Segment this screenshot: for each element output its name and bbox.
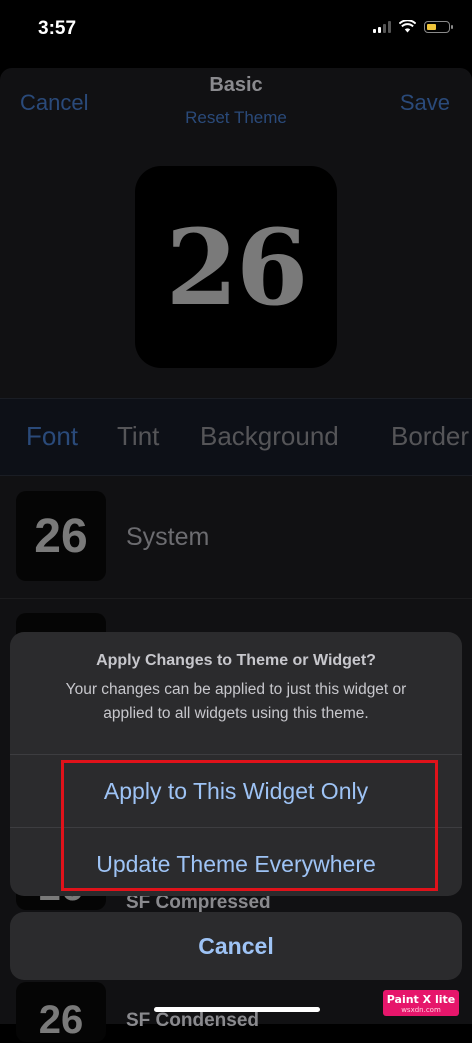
home-indicator	[154, 1007, 320, 1012]
wifi-icon	[399, 20, 416, 33]
font-name: System	[126, 523, 210, 551]
tab-tint[interactable]: Tint	[117, 421, 159, 452]
font-sample: 26	[16, 491, 106, 581]
watermark-main: Paint X lite	[386, 992, 456, 1006]
font-sample: 26	[16, 982, 106, 1042]
tab-border[interactable]: Border	[391, 421, 469, 452]
highlight-box	[61, 760, 438, 891]
alert-cancel-button[interactable]: Cancel	[10, 912, 462, 980]
font-row-system[interactable]: 26 System	[0, 476, 472, 600]
font-row-partial	[0, 600, 472, 643]
battery-icon	[424, 20, 453, 33]
widget-preview: 26	[135, 166, 337, 368]
watermark-sub: wsxdn.com	[401, 1005, 441, 1014]
tab-background[interactable]: Background	[200, 421, 339, 452]
cellular-signal-icon	[373, 20, 391, 33]
paint-x-lite-watermark: Paint X lite wsxdn.com	[383, 990, 459, 1016]
tab-font[interactable]: Font	[26, 421, 78, 452]
font-name: SF Condensed	[126, 1010, 260, 1031]
row-divider	[0, 598, 472, 599]
alert-title: Apply Changes to Theme or Widget?	[96, 652, 376, 669]
alert-message: Your changes can be applied to just this…	[65, 681, 407, 722]
status-time: 3:57	[38, 18, 77, 39]
status-icons	[373, 20, 453, 33]
style-tabs: Font Tint Background Border	[0, 398, 472, 476]
nav-save-button[interactable]: Save	[400, 90, 450, 116]
preview-number: 26	[165, 205, 309, 329]
battery-level	[427, 23, 436, 30]
